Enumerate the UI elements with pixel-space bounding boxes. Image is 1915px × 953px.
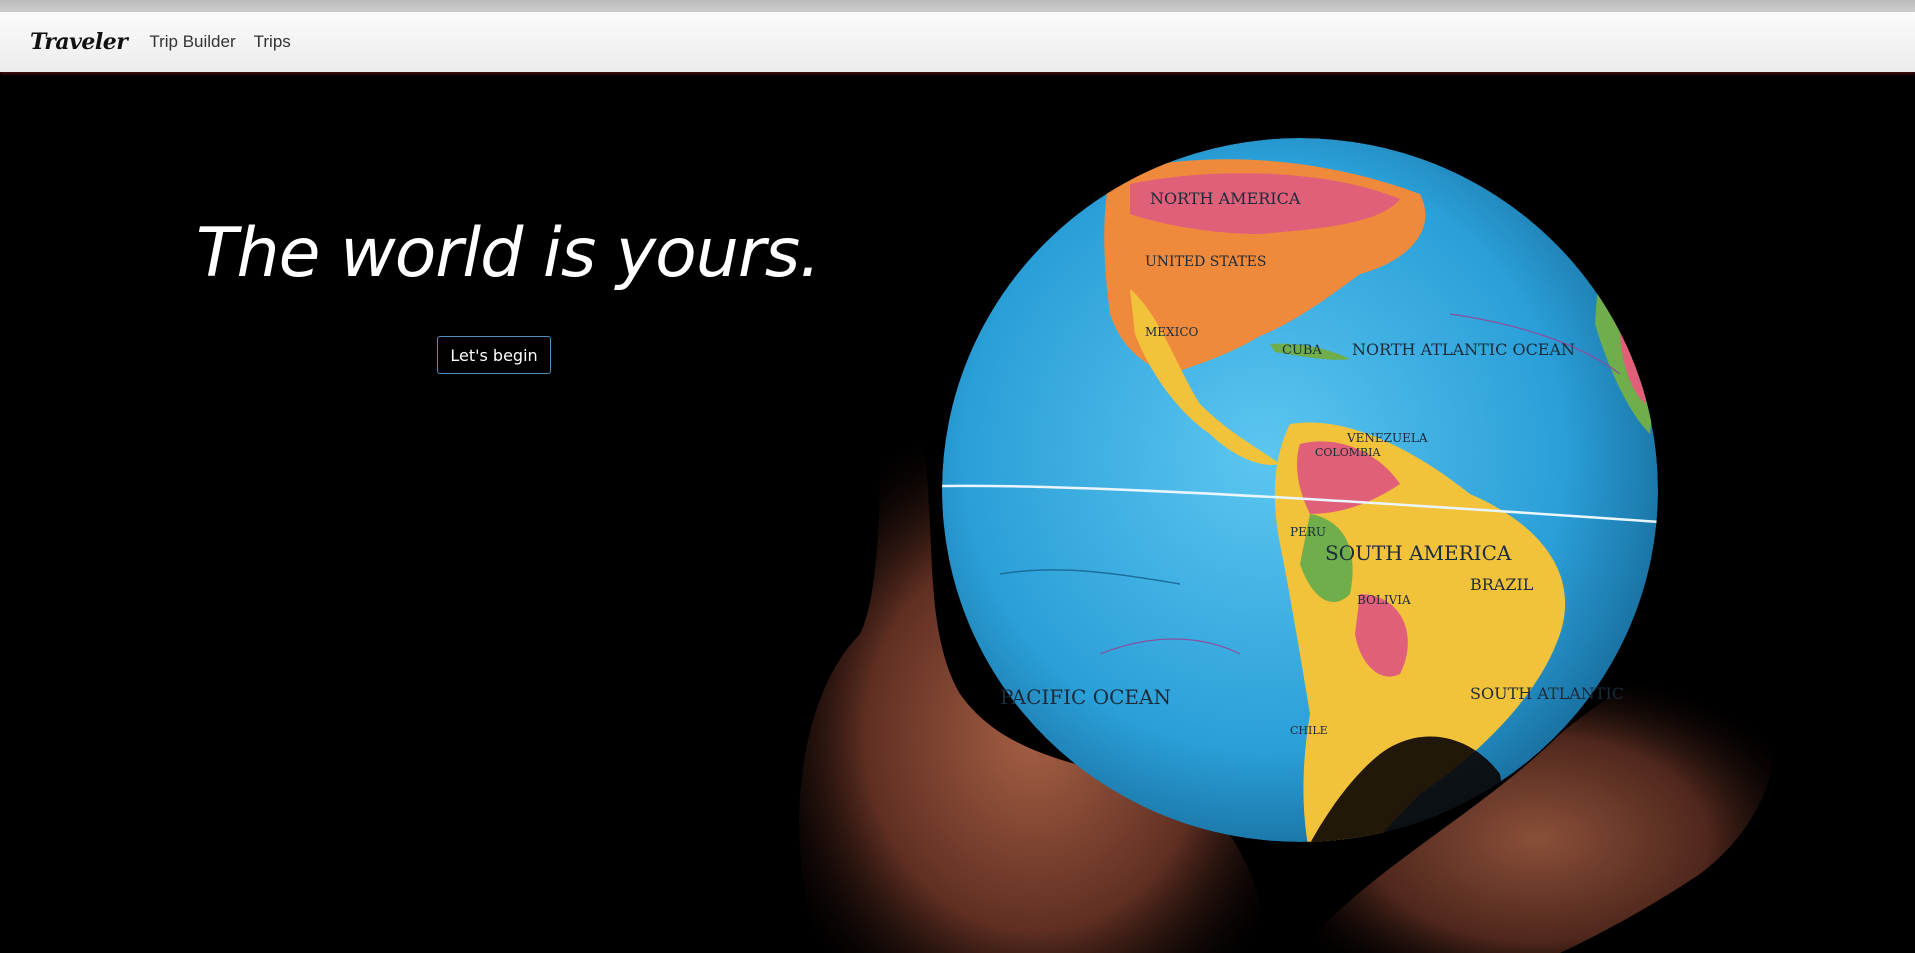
globe-label-united-states: UNITED STATES bbox=[1145, 254, 1266, 270]
globe-label-south-america: SOUTH AMERICA bbox=[1325, 541, 1512, 565]
top-navbar: Traveler Trip Builder Trips bbox=[0, 12, 1915, 72]
globe-label-brazil: BRAZIL bbox=[1470, 575, 1534, 594]
globe-label-south-atlantic: SOUTH ATLANTIC bbox=[1470, 684, 1624, 703]
globe-label-north-america: NORTH AMERICA bbox=[1150, 189, 1301, 208]
globe-label-pacific: PACIFIC OCEAN bbox=[1000, 685, 1171, 709]
nav-link-trips[interactable]: Trips bbox=[254, 32, 291, 52]
globe-in-hands-image: NORTH AMERICA UNITED STATES MEXICO CUBA … bbox=[799, 138, 1775, 953]
nav-link-trip-builder[interactable]: Trip Builder bbox=[149, 32, 235, 52]
hero-section: NORTH AMERICA UNITED STATES MEXICO CUBA … bbox=[0, 74, 1915, 953]
globe-label-north-atlantic: NORTH ATLANTIC OCEAN bbox=[1352, 340, 1575, 359]
globe-label-cuba: CUBA bbox=[1282, 343, 1322, 358]
hero-headline: The world is yours. bbox=[196, 214, 821, 293]
globe-label-mexico: MEXICO bbox=[1145, 325, 1199, 339]
browser-top-strip bbox=[0, 0, 1915, 12]
globe-label-chile: CHILE bbox=[1290, 724, 1328, 737]
brand-logo[interactable]: Traveler bbox=[30, 29, 128, 55]
lets-begin-button[interactable]: Let's begin bbox=[437, 336, 551, 374]
globe-label-colombia: COLOMBIA bbox=[1315, 446, 1381, 459]
globe-label-bolivia: BOLIVIA bbox=[1357, 593, 1411, 607]
globe-label-peru: PERU bbox=[1290, 525, 1326, 539]
globe-label-venezuela: VENEZUELA bbox=[1346, 431, 1428, 445]
